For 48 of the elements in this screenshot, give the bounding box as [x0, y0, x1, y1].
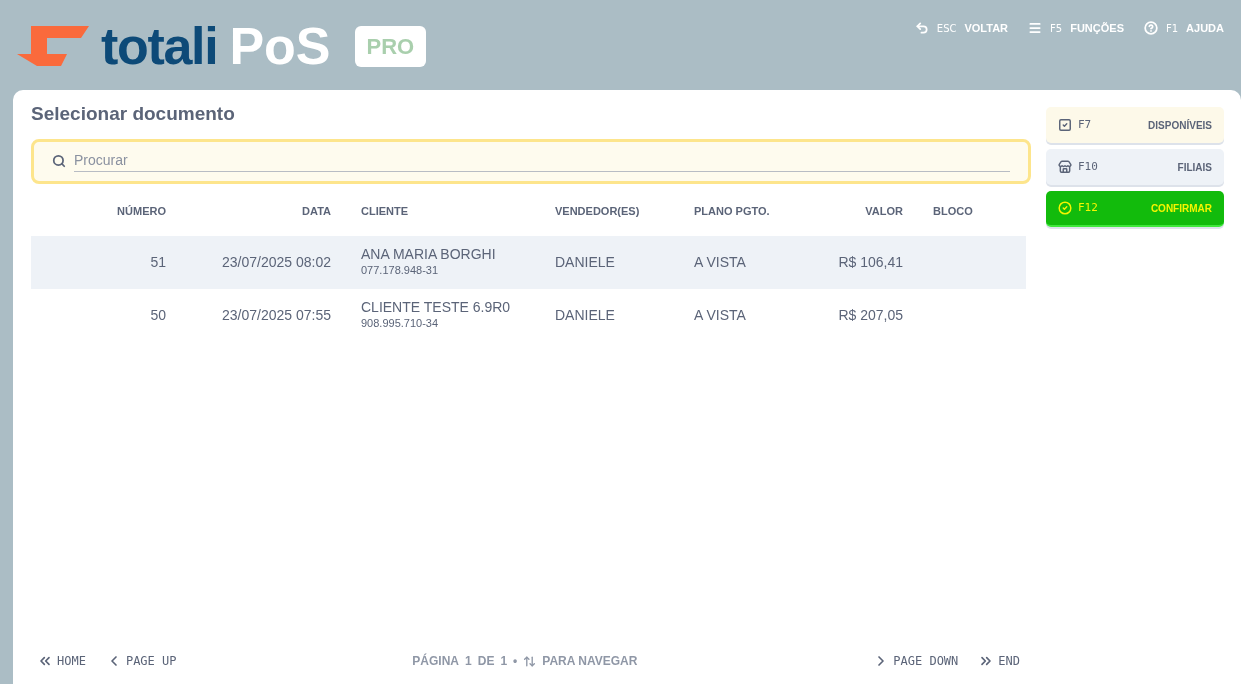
back-arrow-icon — [914, 21, 929, 35]
column-header: BLOCO — [933, 204, 973, 220]
page-nav-button[interactable]: PAGE DOWN — [873, 652, 959, 670]
checkbox-icon — [1058, 118, 1072, 132]
separator-dot: • — [513, 653, 518, 670]
total-pages: 1 — [500, 653, 508, 670]
column-header: NÚMERO — [117, 204, 166, 220]
client-document: 077.178.948-31 — [361, 263, 440, 278]
store-icon — [1058, 160, 1072, 174]
page-nav-button[interactable]: PAGE UP — [105, 652, 177, 670]
table-cell-text: A VISTA — [694, 305, 746, 325]
page-label: PÁGINA — [412, 652, 460, 670]
table-cell-text: R$ 207,05 — [838, 305, 903, 325]
client-document: 908.995.710-34 — [361, 316, 440, 331]
table-cell-text: DANIELE — [555, 252, 615, 272]
shortcut-button[interactable]: F7 DISPONÍVEIS — [1046, 107, 1224, 143]
column-header: VENDEDOR(ES) — [555, 204, 640, 220]
table-cell-text: A VISTA — [694, 252, 746, 272]
table-cell-text: 50 — [150, 305, 166, 325]
logo-wordmark: totali — [101, 20, 218, 72]
table-cell-text: DANIELE — [555, 305, 615, 325]
page-nav-button[interactable]: END — [978, 652, 1020, 670]
navigation-hint: PARA NAVEGAR — [542, 653, 638, 670]
help-icon — [1143, 21, 1158, 35]
edition-badge: PRO — [354, 25, 427, 67]
column-header: PLANO PGTO. — [694, 204, 770, 220]
search-field[interactable]: Procurar — [31, 138, 1031, 184]
logo-mark-icon — [17, 24, 89, 68]
page-nav-button[interactable]: HOME — [37, 652, 86, 670]
column-header: CLIENTE — [361, 204, 409, 220]
shortcut-button[interactable]: F10 FILIAIS — [1046, 149, 1224, 185]
check-circle-icon — [1058, 201, 1072, 215]
up-down-arrows-icon — [523, 654, 537, 668]
column-header: DATA — [302, 204, 331, 220]
search-icon — [52, 154, 66, 168]
menu-icon — [1028, 21, 1043, 35]
logo-product-name: PoS — [229, 20, 331, 72]
table-cell-text: R$ 106,41 — [838, 252, 903, 272]
page-of-label: DE — [477, 653, 495, 670]
client-name: ANA MARIA BORGHI — [361, 246, 496, 264]
table-cell-text: 23/07/2025 07:55 — [222, 305, 331, 325]
current-page: 1 — [465, 653, 472, 670]
column-header: VALOR — [865, 204, 903, 220]
table-cell-text: 51 — [150, 252, 166, 272]
client-name: CLIENTE TESTE 6.9R0 — [361, 299, 511, 317]
page-title: Selecionar documento — [31, 102, 236, 126]
table-row[interactable]: 51 23/07/2025 08:02 ANA MARIA BORGHI 077.178.948-31 DANIELE A VISTA R$ 106,41 — [31, 235, 1026, 289]
table-cell-text: 23/07/2025 08:02 — [222, 252, 331, 272]
